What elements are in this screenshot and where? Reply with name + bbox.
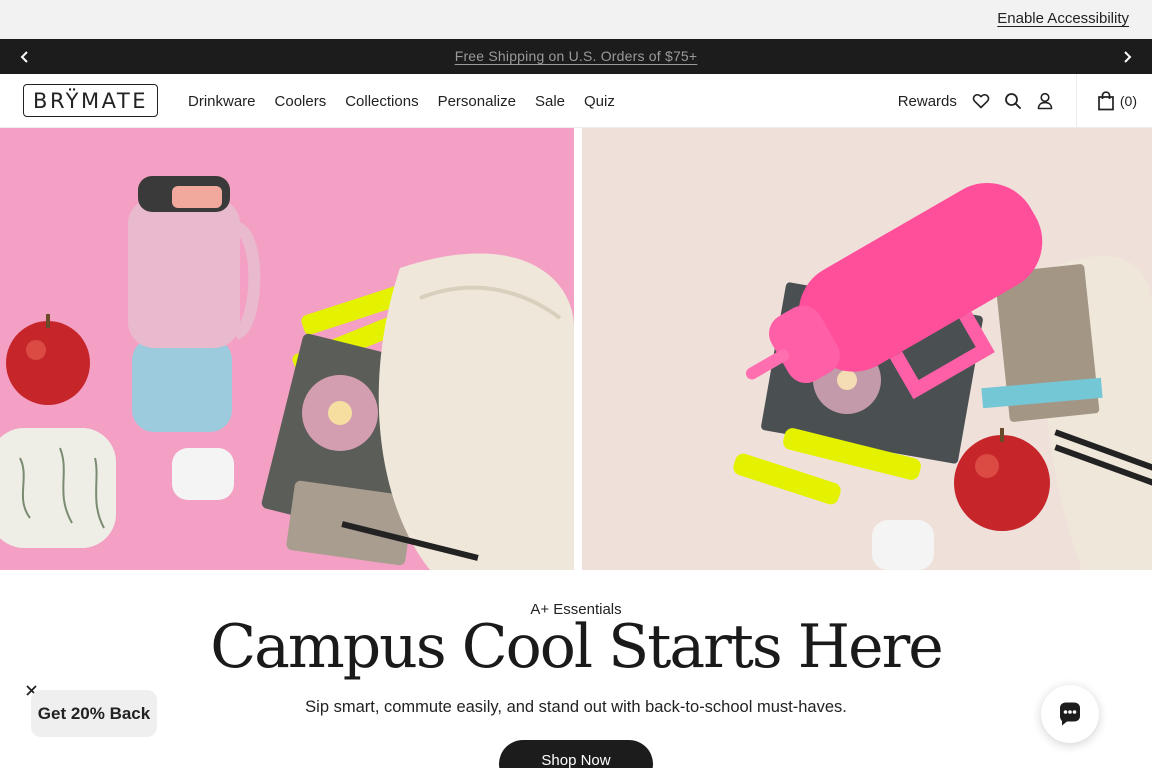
announcement-text[interactable]: Free Shipping on U.S. Orders of $75+: [455, 48, 698, 64]
hero-headline: Campus Cool Starts Here: [210, 612, 944, 682]
accessibility-bar: Enable Accessibility: [0, 0, 1152, 39]
enable-accessibility-link[interactable]: Enable Accessibility: [997, 10, 1129, 27]
shop-now-button[interactable]: Shop Now: [499, 740, 653, 768]
header-divider: [1075, 74, 1077, 128]
cart-count: (0): [1119, 93, 1137, 109]
chat-button[interactable]: [1041, 685, 1099, 743]
cart-icon: [1098, 91, 1114, 111]
header-actions: Rewards (0): [898, 74, 1152, 128]
nav-coolers[interactable]: Coolers: [275, 93, 327, 110]
nav-collections[interactable]: Collections: [345, 93, 418, 110]
hero-image-left[interactable]: [0, 128, 574, 570]
announcement-bar: Free Shipping on U.S. Orders of $75+: [0, 39, 1152, 74]
heart-icon: [972, 94, 990, 109]
nav-sale[interactable]: Sale: [535, 93, 565, 110]
promo-button[interactable]: Get 20% Back: [31, 690, 157, 737]
hero-subhead: Sip smart, commute easily, and stand out…: [305, 698, 847, 716]
wishlist-button[interactable]: [972, 92, 990, 110]
announcement-next-button[interactable]: [1107, 39, 1147, 74]
announcement-message[interactable]: Free Shipping on U.S. Orders of $75+: [0, 48, 1152, 64]
pink-bottle-illustration: [733, 183, 1152, 570]
hero-image-right[interactable]: [582, 128, 1152, 570]
hero-banner[interactable]: [0, 128, 1152, 570]
pink-tumbler-illustration: [0, 176, 574, 570]
cart-button[interactable]: (0): [1097, 91, 1137, 111]
search-icon: [1004, 93, 1021, 109]
rewards-link[interactable]: Rewards: [898, 93, 957, 110]
nav-personalize[interactable]: Personalize: [438, 93, 516, 110]
site-header: BRŸMATE Drinkware Coolers Collections Pe…: [0, 74, 1152, 128]
account-button[interactable]: [1036, 92, 1054, 110]
brand-logo[interactable]: BRŸMATE: [23, 84, 158, 117]
search-button[interactable]: [1004, 92, 1022, 110]
account-icon: [1037, 92, 1053, 110]
chevron-right-icon: [1124, 50, 1132, 63]
chat-icon: [1060, 702, 1080, 726]
main-nav: Drinkware Coolers Collections Personaliz…: [188, 74, 615, 128]
nav-drinkware[interactable]: Drinkware: [188, 93, 256, 110]
nav-quiz[interactable]: Quiz: [584, 93, 615, 110]
